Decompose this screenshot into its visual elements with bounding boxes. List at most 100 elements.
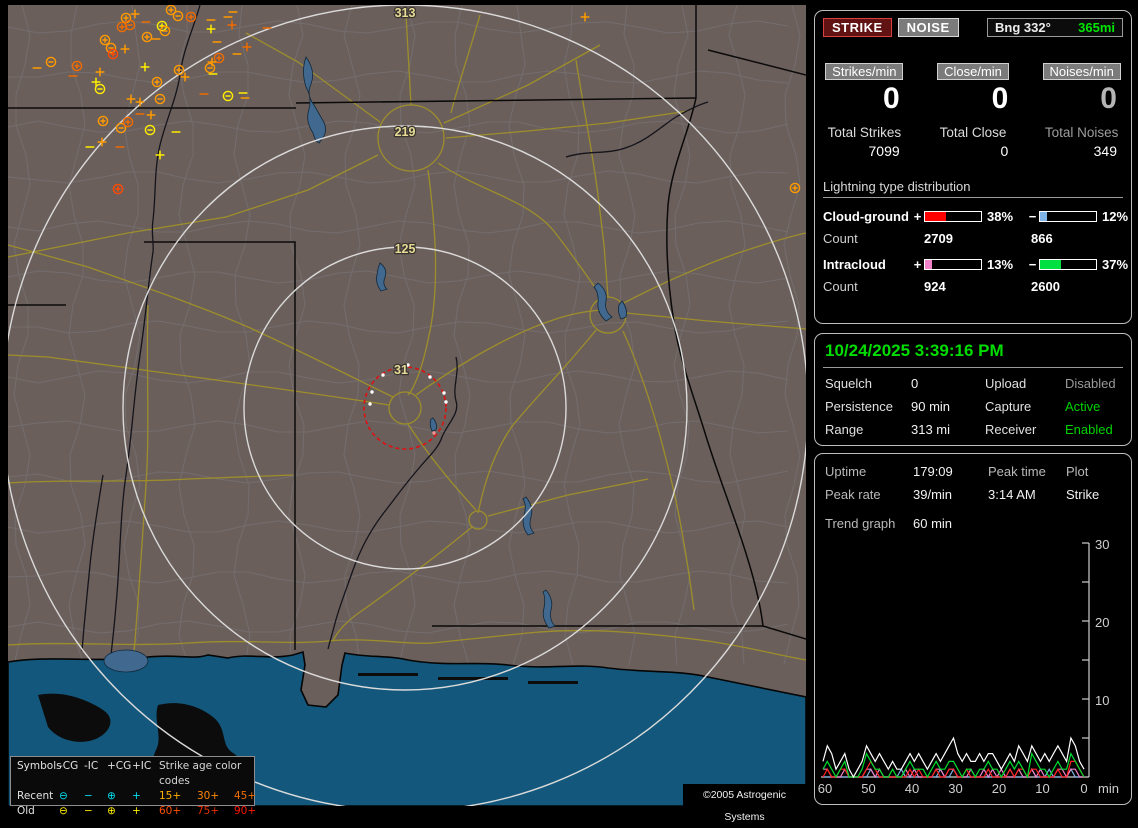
- radar-map[interactable]: 313 219 125 31 Symbols -CG -IC +CG +IC S…: [8, 5, 806, 823]
- lightning-detector-app: { "panel": { "strike_btn": "STRIKE", "no…: [0, 0, 1138, 823]
- squelch-label: Squelch: [825, 376, 872, 391]
- uptime-value: 179:09: [913, 464, 953, 479]
- ic-pos-recent-icon: +: [132, 790, 141, 802]
- plus-sign: +: [913, 209, 922, 224]
- trend-graph-label: Trend graph: [825, 516, 896, 531]
- range-value: 313 mi: [911, 422, 951, 437]
- total-close-value: 0: [1000, 143, 1009, 159]
- ic-neg-recent-icon: −: [84, 790, 93, 802]
- receiver-label: Receiver: [985, 422, 1037, 437]
- plot-label: Plot: [1066, 464, 1089, 479]
- svg-text:30: 30: [948, 781, 962, 796]
- legend-col-ic-pos: +IC: [132, 760, 152, 772]
- cg-negative-bar: [1039, 211, 1097, 222]
- ic-negative-bar: [1039, 259, 1097, 270]
- uptime-label: Uptime: [825, 464, 867, 479]
- total-strikes-label: Total Strikes: [827, 125, 902, 140]
- minus-sign: −: [1028, 209, 1037, 224]
- svg-text:30: 30: [1095, 540, 1109, 552]
- ic-positive-pct: 13%: [987, 257, 1014, 272]
- range-label: Range: [825, 422, 864, 437]
- cloud-ground-label: Cloud-ground: [823, 209, 909, 224]
- receiver-status: Enabled: [1065, 422, 1113, 437]
- cg-pos-recent-icon: ⊕: [107, 790, 116, 802]
- squelch-value: 0: [911, 376, 919, 391]
- svg-text:60: 60: [818, 781, 832, 796]
- svg-text:40: 40: [905, 781, 919, 796]
- peak-time-label: Peak time: [988, 464, 1046, 479]
- svg-text:20: 20: [1095, 615, 1109, 630]
- strikes-per-min-column: Strikes/min 0 Total Strikes 7099: [823, 63, 906, 159]
- total-strikes-value: 7099: [868, 143, 900, 159]
- ring-label-313: 313: [395, 6, 416, 20]
- age-15: 15+: [159, 790, 182, 802]
- peak-rate-row: Peak rate 39/min 3:14 AM Strike: [823, 483, 1123, 506]
- legend-col-cg-neg: -CG: [59, 760, 79, 772]
- count-label: Count: [823, 279, 858, 294]
- total-noises-label: Total Noises: [1044, 125, 1119, 140]
- map-canvas[interactable]: 313 219 125 31: [8, 5, 806, 806]
- age-30: 30+: [197, 790, 220, 802]
- svg-text:10: 10: [1035, 781, 1049, 796]
- noise-mode-button[interactable]: NOISE: [897, 18, 959, 37]
- minus-sign: −: [1028, 257, 1037, 272]
- cloud-ground-count-row: Count 2709 866: [823, 231, 1123, 246]
- copyright-notice: ©2005 Astrogenic Systems: [683, 784, 806, 823]
- strikes-per-min-value: 0: [882, 82, 900, 115]
- plus-sign: +: [913, 257, 922, 272]
- intracloud-count-row: Count 924 2600: [823, 279, 1123, 294]
- legend-recent-label: Recent: [17, 790, 54, 802]
- svg-text:10: 10: [1095, 693, 1109, 708]
- system-status-panel: 10/24/2025 3:39:16 PM Squelch 0 Upload D…: [814, 333, 1132, 446]
- close-per-min-column: Close/min 0 Total Close 0: [932, 63, 1015, 159]
- symbol-legend: Symbols -CG -IC +CG +IC Strike age color…: [10, 756, 256, 817]
- trend-graph-row: Trend graph 60 min: [823, 512, 1123, 535]
- intracloud-row: Intracloud + 13% − 37%: [823, 257, 1128, 272]
- trend-panel: Uptime 179:09 Peak time Plot Peak rate 3…: [814, 453, 1132, 805]
- close-per-min-button[interactable]: Close/min: [937, 63, 1009, 80]
- capture-label: Capture: [985, 399, 1032, 414]
- svg-text:50: 50: [861, 781, 875, 796]
- svg-text:20: 20: [992, 781, 1006, 796]
- noises-per-min-column: Noises/min 0 Total Noises 349: [1040, 63, 1123, 159]
- cg-positive-bar: [924, 211, 982, 222]
- ic-negative-pct: 37%: [1102, 257, 1129, 272]
- legend-col-cg-pos: +CG: [107, 760, 132, 772]
- persistence-value: 90 min: [911, 399, 951, 414]
- intracloud-label: Intracloud: [823, 257, 886, 272]
- uptime-row: Uptime 179:09 Peak time Plot: [823, 460, 1123, 483]
- ring-label-125: 125: [395, 242, 416, 256]
- capture-status: Active: [1065, 399, 1101, 414]
- legend-age-header: Strike age color codes: [159, 760, 242, 787]
- status-row-persistence: Persistence 90 min Capture Active: [823, 397, 1123, 417]
- strikes-per-min-button[interactable]: Strikes/min: [825, 63, 904, 80]
- noises-per-min-button[interactable]: Noises/min: [1042, 63, 1121, 80]
- upload-label: Upload: [985, 376, 1027, 391]
- svg-text:0: 0: [1080, 781, 1087, 796]
- status-row-range: Range 313 mi Receiver Enabled: [823, 420, 1123, 440]
- count-label: Count: [823, 231, 858, 246]
- legend-symbols-header: Symbols: [17, 760, 62, 772]
- strike-trend-chart: 30 20 10 60 50 40 30 20 10 0 min: [818, 540, 1119, 796]
- close-per-min-value: 0: [991, 82, 1009, 115]
- strike-mode-button[interactable]: STRIKE: [823, 18, 892, 37]
- plot-value: Strike: [1066, 487, 1100, 502]
- lightning-type-distribution: Lightning type distribution Cloud-ground…: [823, 179, 1128, 294]
- upload-status: Disabled: [1065, 376, 1116, 391]
- ring-label-219: 219: [395, 125, 416, 139]
- cg-neg-recent-icon: ⊖: [59, 790, 68, 802]
- cg-negative-pct: 12%: [1102, 209, 1129, 224]
- total-noises-value: 349: [1093, 143, 1117, 159]
- distribution-header: Lightning type distribution: [823, 179, 1123, 198]
- datetime-display: 10/24/2025 3:39:16 PM: [823, 338, 1123, 368]
- peak-rate-value: 39/min: [913, 487, 953, 502]
- peak-time-value: 3:14 AM: [988, 487, 1036, 502]
- peak-rate-label: Peak rate: [825, 487, 881, 502]
- noises-per-min-value: 0: [1100, 82, 1117, 115]
- trend-x-labels: 60 50 40 30 20 10 0 min: [818, 781, 1119, 796]
- cloud-ground-row: Cloud-ground + 38% − 12%: [823, 209, 1128, 224]
- ic-positive-bar: [924, 259, 982, 270]
- age-45: 45+: [234, 790, 257, 802]
- ic-positive-count: 924: [924, 279, 946, 294]
- bearing-readout: Bng 332° 365mi: [987, 18, 1123, 37]
